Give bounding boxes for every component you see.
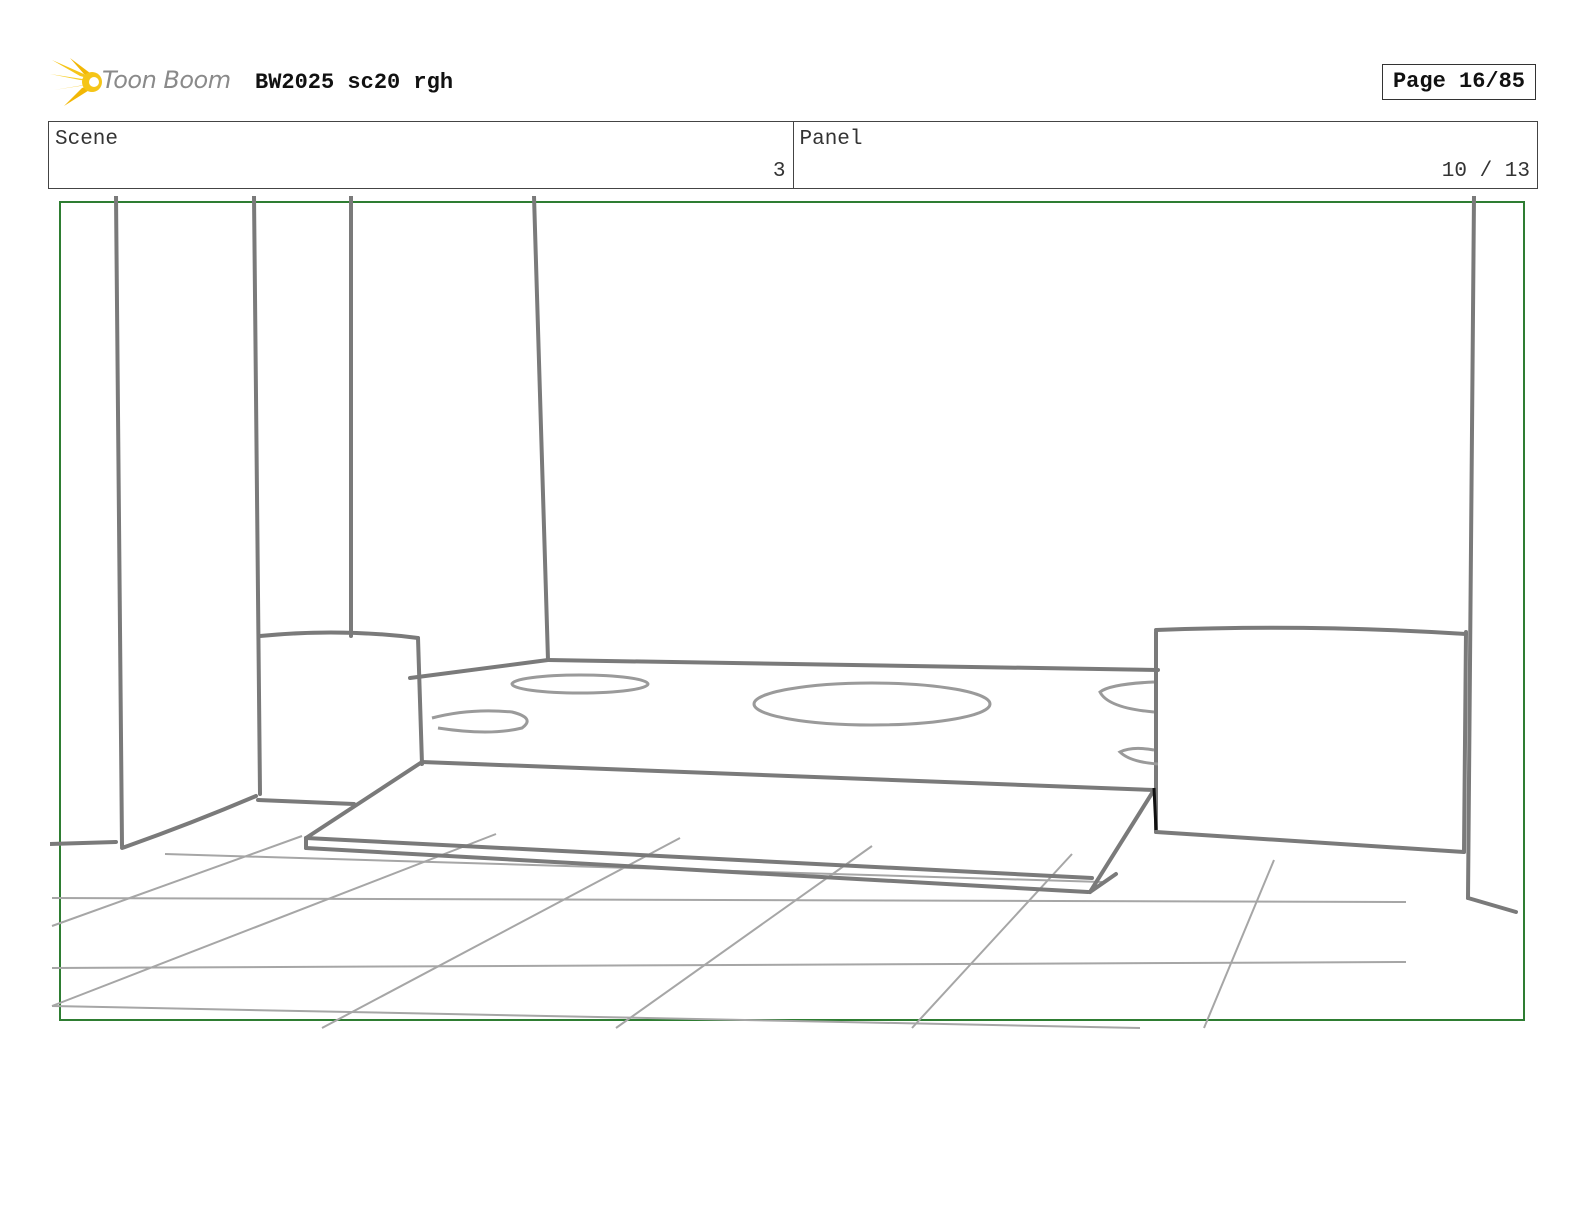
floor-holes — [431, 673, 1159, 766]
room-sketch-drawing — [48, 194, 1525, 1029]
panel-number: 10 / 13 — [1441, 160, 1530, 183]
logo-wordmark: Toon Boom — [102, 66, 231, 94]
toon-boom-logo: Toon Boom — [50, 56, 240, 110]
scene-number: 3 — [772, 160, 786, 183]
project-title: BW2025 sc20 rgh — [255, 70, 454, 95]
storyboard-panel — [48, 194, 1534, 1030]
scene-cell: Scene 3 — [49, 122, 793, 188]
room-structure — [48, 194, 1518, 914]
panel-border — [59, 201, 1525, 1021]
panel-label: Panel — [799, 128, 863, 151]
step-corner-edge — [1152, 787, 1158, 831]
starburst-icon — [50, 58, 102, 106]
scene-label: Scene — [55, 128, 119, 151]
page-indicator: Page 16/85 — [1382, 64, 1536, 100]
panel-cell: Panel 10 / 13 — [792, 122, 1538, 188]
floor-grid — [51, 833, 1407, 1029]
scene-panel-info: Scene 3 Panel 10 / 13 — [48, 121, 1538, 189]
